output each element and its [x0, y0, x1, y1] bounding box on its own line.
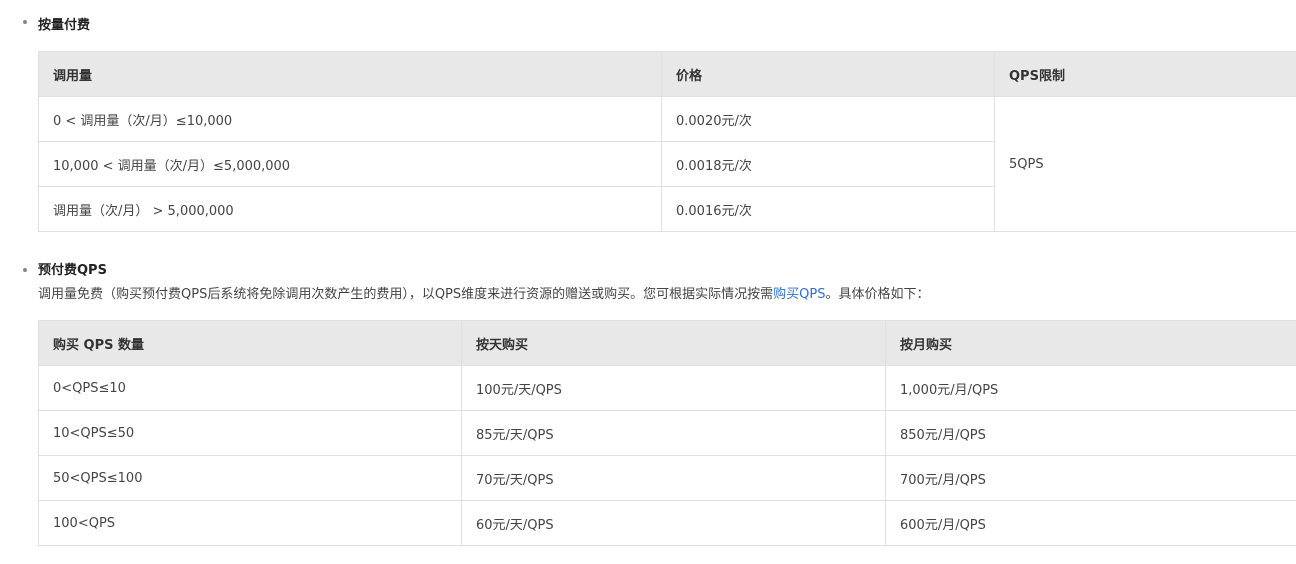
- table-header-row: 调用量 价格 QPS限制: [38, 51, 1296, 97]
- section-title-pay-as-you-go: 按量付费: [38, 18, 91, 33]
- table-row: 100<QPS 60元/天/QPS 600元/月/QPS: [38, 500, 1296, 546]
- price-cell: 0.0020元/次: [661, 96, 995, 142]
- price-cell: 0.0016元/次: [661, 186, 995, 232]
- description-text: 调用量免费（购买预付费QPS后系统将免除调用次数产生的费用），以QPS维度来进行…: [38, 287, 774, 302]
- volume-cell: 调用量（次/月） > 5,000,000: [38, 186, 662, 232]
- table-row: 50<QPS≤100 70元/天/QPS 700元/月/QPS: [38, 455, 1296, 501]
- volume-cell: 10,000 < 调用量（次/月）≤5,000,000: [38, 141, 662, 187]
- section-title-prepaid-qps: 预付费QPS: [38, 263, 107, 278]
- qps-range-cell: 10<QPS≤50: [38, 410, 462, 456]
- table-row: 0 < 调用量（次/月）≤10,000 0.0020元/次 5QPS: [38, 96, 1296, 232]
- daily-price-cell: 60元/天/QPS: [461, 500, 886, 546]
- buy-qps-link[interactable]: 购买QPS: [773, 287, 825, 302]
- monthly-price-cell: 850元/月/QPS: [885, 410, 1296, 456]
- prepaid-qps-table: 购买 QPS 数量 按天购买 按月购买 0<QPS≤10 100元/天/QPS …: [38, 320, 1296, 546]
- pay-as-you-go-table: 调用量 价格 QPS限制 0 < 调用量（次/月）≤10,000 0.0020元…: [38, 51, 1296, 232]
- description-text-end: 。具体价格如下：: [825, 287, 930, 302]
- volume-cell: 0 < 调用量（次/月）≤10,000: [38, 96, 662, 142]
- qps-range-cell: 50<QPS≤100: [38, 455, 462, 501]
- section-description: 调用量免费（购买预付费QPS后系统将免除调用次数产生的费用），以QPS维度来进行…: [38, 283, 930, 302]
- column-header: 价格: [661, 51, 995, 97]
- column-header: 按天购买: [461, 320, 886, 366]
- daily-price-cell: 85元/天/QPS: [461, 410, 886, 456]
- bullet-icon: [23, 20, 27, 24]
- table-row: 10<QPS≤50 85元/天/QPS 850元/月/QPS: [38, 410, 1296, 456]
- qps-range-cell: 0<QPS≤10: [38, 365, 462, 411]
- qps-range-cell: 100<QPS: [38, 500, 462, 546]
- daily-price-cell: 70元/天/QPS: [461, 455, 886, 501]
- column-header: 调用量: [38, 51, 662, 97]
- table-row: 0<QPS≤10 100元/天/QPS 1,000元/月/QPS: [38, 365, 1296, 411]
- monthly-price-cell: 600元/月/QPS: [885, 500, 1296, 546]
- qps-limit-cell: 5QPS: [994, 96, 1296, 232]
- column-header: QPS限制: [994, 51, 1296, 97]
- price-cell: 0.0018元/次: [661, 141, 995, 187]
- table-header-row: 购买 QPS 数量 按天购买 按月购买: [38, 320, 1296, 366]
- bullet-icon: [23, 268, 27, 272]
- column-header: 购买 QPS 数量: [38, 320, 462, 366]
- column-header: 按月购买: [885, 320, 1296, 366]
- monthly-price-cell: 1,000元/月/QPS: [885, 365, 1296, 411]
- daily-price-cell: 100元/天/QPS: [461, 365, 886, 411]
- monthly-price-cell: 700元/月/QPS: [885, 455, 1296, 501]
